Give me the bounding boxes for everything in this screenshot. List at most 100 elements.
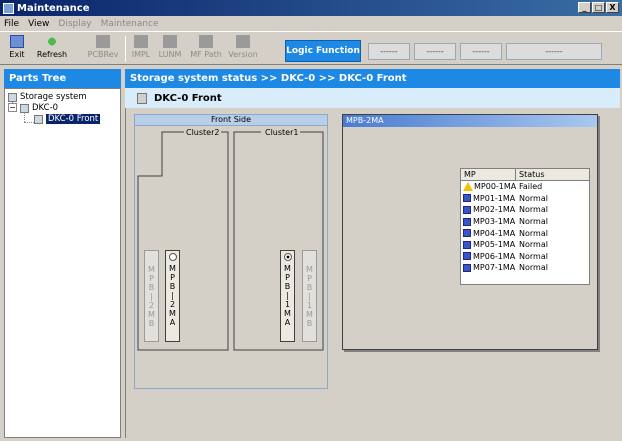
refresh-icon bbox=[45, 35, 59, 48]
storage-system-icon bbox=[8, 92, 17, 102]
mp-name: MP03-1MA bbox=[473, 217, 516, 227]
menu-file[interactable]: File bbox=[4, 19, 19, 29]
version-label: Version bbox=[228, 50, 258, 59]
mp-name: MP00-1MA bbox=[474, 182, 517, 192]
column-header-mp[interactable]: MP bbox=[461, 169, 516, 180]
mp-name: MP04-1MA bbox=[473, 228, 516, 238]
dash-button-1[interactable]: ------ bbox=[368, 43, 410, 60]
cluster-outlines bbox=[137, 131, 324, 351]
page-title-text: DKC-0 Front bbox=[154, 92, 222, 104]
chip-icon bbox=[463, 240, 471, 249]
chip-icon bbox=[463, 252, 471, 261]
mp-cell: MP07-1MA bbox=[461, 263, 516, 272]
table-row[interactable]: MP00-1MA Failed bbox=[461, 181, 589, 193]
refresh-button[interactable]: Refresh bbox=[35, 35, 69, 65]
dash-button-3[interactable]: ------ bbox=[460, 43, 502, 60]
mpb-1mb-slot[interactable]: M P B | 1 M B bbox=[302, 250, 317, 342]
table-body: MP00-1MA Failed MP01-1MA Normal MP02-1MA Norm… bbox=[461, 181, 589, 274]
refresh-label: Refresh bbox=[36, 50, 68, 59]
lunm-label: LUNM bbox=[158, 50, 182, 59]
tree-node-label: Storage system bbox=[20, 92, 87, 102]
menu-maintenance[interactable]: Maintenance bbox=[101, 19, 159, 29]
mp-cell: MP03-1MA bbox=[461, 217, 516, 226]
tree-connector bbox=[24, 122, 34, 123]
collapse-icon[interactable]: − bbox=[8, 103, 17, 112]
tree-node-label: DKC-0 Front bbox=[46, 114, 101, 124]
mp-name: MP02-1MA bbox=[473, 205, 516, 215]
status-cell: Normal bbox=[519, 240, 548, 250]
table-row[interactable]: MP05-1MA Normal bbox=[461, 239, 589, 251]
menu-view[interactable]: View bbox=[28, 19, 49, 29]
mpb-window-title: MPB-2MA bbox=[343, 115, 597, 127]
maximize-button[interactable]: □ bbox=[592, 2, 605, 13]
mp-name: MP01-1MA bbox=[473, 193, 516, 203]
version-button[interactable]: Version bbox=[228, 35, 258, 65]
dash-button-2[interactable]: ------ bbox=[414, 43, 456, 60]
status-cell: Normal bbox=[519, 193, 548, 203]
chip-icon bbox=[463, 263, 471, 272]
mp-status-table: MP Status MP00-1MA Failed MP01-1MA Normal MP… bbox=[460, 168, 590, 285]
table-row[interactable]: MP04-1MA Normal bbox=[461, 227, 589, 239]
mpb-1ma-slot[interactable]: M P B | 1 M A bbox=[280, 250, 295, 342]
table-row[interactable]: MP01-1MA Normal bbox=[461, 193, 589, 205]
mp-cell: MP05-1MA bbox=[461, 240, 516, 249]
status-cell: Normal bbox=[519, 263, 548, 273]
version-icon bbox=[236, 35, 250, 48]
tree-node-storage-system[interactable]: Storage system bbox=[8, 92, 87, 102]
table-row[interactable]: MP03-1MA Normal bbox=[461, 216, 589, 228]
cluster2-label: Cluster2 bbox=[184, 128, 222, 137]
chip-icon bbox=[463, 217, 471, 226]
lunm-button[interactable]: LUNM bbox=[158, 35, 182, 65]
logic-function-button[interactable]: Logic Function bbox=[285, 40, 361, 62]
mf-path-label: MF Path bbox=[190, 50, 222, 59]
exit-icon bbox=[10, 35, 24, 48]
close-button[interactable]: X bbox=[606, 2, 619, 13]
impl-label: IMPL bbox=[131, 50, 151, 59]
cluster1-label: Cluster1 bbox=[263, 128, 301, 137]
table-header: MP Status bbox=[461, 169, 589, 181]
tree-node-dkc-0[interactable]: DKC-0 bbox=[20, 103, 58, 113]
mp-name: MP06-1MA bbox=[473, 251, 516, 261]
breadcrumb: Storage system status >> DKC-0 >> DKC-0 … bbox=[125, 69, 620, 88]
exit-label: Exit bbox=[9, 50, 25, 59]
mp-cell: MP02-1MA bbox=[461, 205, 516, 214]
table-row[interactable]: MP02-1MA Normal bbox=[461, 204, 589, 216]
table-row[interactable]: MP06-1MA Normal bbox=[461, 251, 589, 263]
pcbrev-label: PCBRev bbox=[87, 50, 119, 59]
page-title: DKC-0 Front bbox=[125, 88, 620, 108]
mp-cell: MP00-1MA bbox=[461, 182, 517, 192]
dash-button-4[interactable]: ------ bbox=[506, 43, 602, 60]
mf-path-button[interactable]: MF Path bbox=[188, 35, 224, 65]
mpb-2mb-slot[interactable]: M P B | 2 M B bbox=[144, 250, 159, 342]
parts-tree-header: Parts Tree bbox=[4, 69, 121, 88]
status-cell: Normal bbox=[519, 205, 548, 215]
minimize-button[interactable]: _ bbox=[578, 2, 591, 13]
table-row[interactable]: MP07-1MA Normal bbox=[461, 262, 589, 274]
menu-display[interactable]: Display bbox=[58, 19, 91, 29]
radio-icon[interactable] bbox=[168, 253, 177, 261]
chip-icon bbox=[463, 205, 471, 214]
tree-node-dkc-0-front[interactable]: DKC-0 Front bbox=[34, 114, 101, 124]
mf-path-icon bbox=[199, 35, 213, 48]
dkc-front-icon bbox=[137, 92, 147, 104]
exit-button[interactable]: Exit bbox=[6, 35, 28, 65]
mpb-2ma-slot[interactable]: M P B | 2 M A bbox=[165, 250, 180, 342]
pcbrev-button[interactable]: PCBRev bbox=[85, 35, 121, 65]
pcbrev-icon bbox=[96, 35, 110, 48]
radio-selected-icon[interactable] bbox=[283, 253, 292, 261]
menu-bar: File View Display Maintenance bbox=[0, 16, 622, 31]
mp-cell: MP01-1MA bbox=[461, 194, 516, 203]
dkc-front-icon bbox=[34, 114, 43, 124]
parts-tree: Storage system − DKC-0 DKC-0 Front bbox=[4, 88, 121, 438]
window-title: Maintenance bbox=[17, 2, 90, 14]
warning-icon bbox=[463, 182, 473, 192]
lunm-icon bbox=[163, 35, 177, 48]
impl-button[interactable]: IMPL bbox=[130, 35, 152, 65]
column-header-status[interactable]: Status bbox=[516, 169, 589, 180]
title-bar: Maintenance _ □ X bbox=[0, 0, 622, 16]
app-icon bbox=[3, 2, 14, 14]
status-cell: Failed bbox=[519, 182, 543, 192]
mp-cell: MP06-1MA bbox=[461, 252, 516, 261]
impl-icon bbox=[134, 35, 148, 48]
mp-name: MP07-1MA bbox=[473, 263, 516, 273]
